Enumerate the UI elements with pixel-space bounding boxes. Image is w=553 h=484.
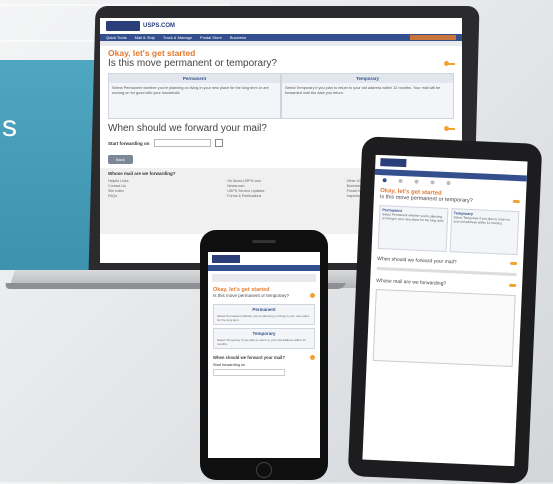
- forward-date-question: When should we forward your mail?: [100, 123, 462, 136]
- option-permanent-text: Select Permanent whether you're planning…: [217, 314, 310, 322]
- key-icon: [310, 355, 315, 360]
- option-temporary[interactable]: Temporary Select Temporary if you plan t…: [449, 208, 520, 256]
- option-permanent[interactable]: Permanent Select Permanent whether you'r…: [213, 304, 315, 325]
- option-temporary-text: Select Temporary if you plan to return t…: [453, 215, 511, 226]
- band-text-fragment: s: [2, 110, 17, 143]
- option-temporary[interactable]: Temporary Select Temporary if you plan t…: [213, 328, 315, 349]
- whose-mail-field[interactable]: [372, 288, 516, 368]
- usps-logo[interactable]: [106, 21, 140, 31]
- tablet-screen: Okay, let's get started Is this move per…: [362, 154, 528, 467]
- nav-item-business[interactable]: Business: [230, 35, 246, 40]
- nav-search-box[interactable]: [410, 35, 456, 40]
- step-dot: [430, 180, 435, 185]
- option-permanent-title: Permanent: [252, 307, 276, 312]
- key-icon: [444, 126, 455, 131]
- phone-screen: Okay, let's get started Is this move per…: [208, 252, 320, 458]
- phone-site-header: [208, 252, 320, 265]
- option-temporary-text: Select Temporary if you plan to return t…: [285, 86, 441, 95]
- site-header: USPS.COM: [100, 18, 462, 34]
- nav-item-quick-tools[interactable]: Quick Tools: [106, 35, 127, 40]
- footer-col-1: Helpful Links Contact Us Site Index FAQs: [108, 179, 215, 199]
- option-permanent-text: Select Permanent whether you're planning…: [112, 86, 269, 95]
- intro-heading: Okay, let's get started: [108, 48, 196, 58]
- tablet-frame: Okay, let's get started Is this move per…: [347, 136, 543, 484]
- option-temporary-title: Temporary: [252, 331, 276, 336]
- forward-date-question-text: When should we forward your mail?: [108, 123, 267, 134]
- step-dot: [382, 178, 387, 183]
- option-permanent[interactable]: Permanent Select Permanent whether you'r…: [377, 205, 448, 252]
- calendar-icon[interactable]: [214, 139, 223, 147]
- option-temporary[interactable]: Temporary Select Temporary if you plan t…: [281, 73, 454, 119]
- key-icon: [509, 283, 517, 288]
- option-permanent[interactable]: Permanent Select Permanent whether you'r…: [108, 73, 281, 119]
- phone-speaker: [252, 240, 276, 243]
- footer-col-2: On About.USPS.com Newsroom USPS Service …: [227, 179, 334, 199]
- usps-logo[interactable]: [212, 254, 240, 263]
- option-temporary-text: Select Temporary if you plan to return t…: [217, 338, 306, 346]
- move-type-question-text: Is this move permanent or temporary?: [108, 58, 277, 69]
- phone-nav: [208, 265, 320, 271]
- usps-logo[interactable]: [380, 158, 407, 168]
- phone-frame: Okay, let's get started Is this move per…: [200, 230, 328, 480]
- option-permanent-title: Permanent: [109, 74, 280, 83]
- step-dot: [414, 179, 419, 184]
- key-icon: [310, 293, 315, 298]
- step-dot: [398, 178, 403, 184]
- move-type-options: Permanent Select Permanent whether you'r…: [108, 73, 454, 119]
- phone-sub-strip: [212, 274, 316, 282]
- forward-date-question-text: When should we forward your mail?: [377, 255, 457, 266]
- move-type-options: Permanent Select Permanent whether you'r…: [377, 205, 520, 256]
- start-date-input[interactable]: [213, 369, 285, 376]
- forward-date-question-text: When should we forward your mail?: [213, 355, 285, 360]
- nav-item-postal-store[interactable]: Postal Store: [200, 35, 222, 40]
- home-button[interactable]: [256, 462, 272, 478]
- main-nav: Quick Tools Mail & Ship Track & Manage P…: [100, 34, 462, 41]
- key-icon: [510, 261, 518, 266]
- nav-item-track-manage[interactable]: Track & Manage: [163, 35, 192, 40]
- footer-link[interactable]: Forms & Publications: [227, 194, 334, 199]
- start-date-label: Start forwarding on: [108, 140, 150, 146]
- move-type-question: Is this move permanent or temporary?: [208, 293, 320, 301]
- forward-date-question: When should we forward your mail?: [208, 352, 320, 363]
- footer-link[interactable]: FAQs: [108, 194, 215, 199]
- whose-mail-question-text: Whose mail are we forwarding?: [376, 277, 447, 288]
- key-icon: [512, 199, 520, 204]
- nav-item-mail-ship[interactable]: Mail & Ship: [135, 35, 155, 40]
- move-type-question-text: Is this move permanent or temporary?: [213, 293, 290, 298]
- option-permanent-text: Select Permanent whether you're planning…: [381, 212, 445, 223]
- back-button[interactable]: Back: [108, 155, 133, 164]
- move-type-question: Is this move permanent or temporary?: [100, 58, 462, 71]
- start-date-input[interactable]: [153, 139, 211, 147]
- intro-heading: Okay, let's get started: [213, 287, 270, 293]
- step-dot: [446, 180, 451, 186]
- key-icon: [444, 61, 455, 66]
- start-date-label: Start forwarding on: [213, 363, 246, 367]
- logo-text: USPS.COM: [143, 23, 176, 29]
- option-temporary-title: Temporary: [282, 74, 453, 83]
